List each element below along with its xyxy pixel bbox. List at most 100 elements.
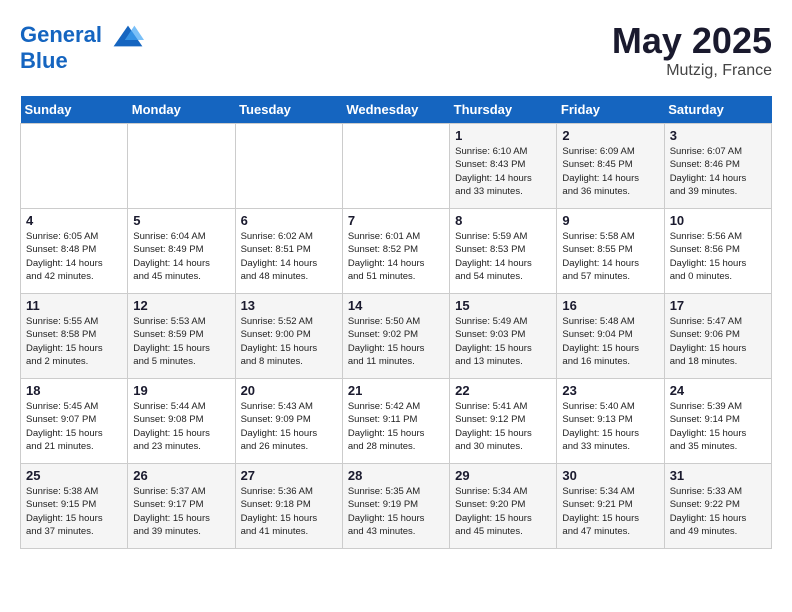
- day-number: 16: [562, 298, 658, 313]
- calendar-week-4: 18 Sunrise: 5:45 AM Sunset: 9:07 PM Dayli…: [21, 379, 772, 464]
- calendar-week-3: 11Sunrise: 5:55 AM Sunset: 8:58 PM Dayli…: [21, 294, 772, 379]
- calendar-cell: 14 Sunrise: 5:50 AM Sunset: 9:02 PM Dayli…: [342, 294, 449, 379]
- day-info: Sunrise: 5:39 AM Sunset: 9:14 PM Dayligh…: [670, 400, 766, 453]
- day-number: 17: [670, 298, 766, 313]
- calendar-cell: 24 Sunrise: 5:39 AM Sunset: 9:14 PM Dayli…: [664, 379, 771, 464]
- calendar-cell: 9Sunrise: 5:58 AM Sunset: 8:55 PM Daylig…: [557, 209, 664, 294]
- calendar-cell: 18 Sunrise: 5:45 AM Sunset: 9:07 PM Dayli…: [21, 379, 128, 464]
- day-number: 7: [348, 213, 444, 228]
- day-number: 21: [348, 383, 444, 398]
- day-info: Sunrise: 5:38 AM Sunset: 9:15 PM Dayligh…: [26, 485, 122, 538]
- day-info: Sunrise: 6:05 AM Sunset: 8:48 PM Dayligh…: [26, 230, 122, 283]
- calendar-cell: 10Sunrise: 5:56 AM Sunset: 8:56 PM Dayli…: [664, 209, 771, 294]
- day-info: Sunrise: 5:59 AM Sunset: 8:53 PM Dayligh…: [455, 230, 551, 283]
- calendar-body: 1Sunrise: 6:10 AM Sunset: 8:43 PM Daylig…: [21, 124, 772, 549]
- day-info: Sunrise: 5:48 AM Sunset: 9:04 PM Dayligh…: [562, 315, 658, 368]
- calendar-cell: [21, 124, 128, 209]
- calendar-cell: [342, 124, 449, 209]
- day-number: 24: [670, 383, 766, 398]
- weekday-header-sunday: Sunday: [21, 96, 128, 124]
- logo: General Blue: [20, 20, 144, 74]
- day-number: 14: [348, 298, 444, 313]
- day-info: Sunrise: 6:07 AM Sunset: 8:46 PM Dayligh…: [670, 145, 766, 198]
- day-number: 18: [26, 383, 122, 398]
- day-info: Sunrise: 5:45 AM Sunset: 9:07 PM Dayligh…: [26, 400, 122, 453]
- calendar-cell: 23Sunrise: 5:40 AM Sunset: 9:13 PM Dayli…: [557, 379, 664, 464]
- calendar-cell: 31 Sunrise: 5:33 AM Sunset: 9:22 PM Dayli…: [664, 464, 771, 549]
- day-info: Sunrise: 5:41 AM Sunset: 9:12 PM Dayligh…: [455, 400, 551, 453]
- day-info: Sunrise: 5:43 AM Sunset: 9:09 PM Dayligh…: [241, 400, 337, 453]
- day-number: 30: [562, 468, 658, 483]
- month-year: May 2025: [612, 20, 772, 62]
- calendar-week-1: 1Sunrise: 6:10 AM Sunset: 8:43 PM Daylig…: [21, 124, 772, 209]
- weekday-header-wednesday: Wednesday: [342, 96, 449, 124]
- day-number: 3: [670, 128, 766, 143]
- day-number: 12: [133, 298, 229, 313]
- calendar-header-row: SundayMondayTuesdayWednesdayThursdayFrid…: [21, 96, 772, 124]
- day-info: Sunrise: 5:36 AM Sunset: 9:18 PM Dayligh…: [241, 485, 337, 538]
- calendar-cell: 28 Sunrise: 5:35 AM Sunset: 9:19 PM Dayli…: [342, 464, 449, 549]
- day-info: Sunrise: 5:33 AM Sunset: 9:22 PM Dayligh…: [670, 485, 766, 538]
- weekday-header-tuesday: Tuesday: [235, 96, 342, 124]
- calendar-cell: 29 Sunrise: 5:34 AM Sunset: 9:20 PM Dayli…: [450, 464, 557, 549]
- day-number: 1: [455, 128, 551, 143]
- calendar-week-5: 25Sunrise: 5:38 AM Sunset: 9:15 PM Dayli…: [21, 464, 772, 549]
- day-info: Sunrise: 6:01 AM Sunset: 8:52 PM Dayligh…: [348, 230, 444, 283]
- calendar-cell: 1Sunrise: 6:10 AM Sunset: 8:43 PM Daylig…: [450, 124, 557, 209]
- calendar-cell: 4 Sunrise: 6:05 AM Sunset: 8:48 PM Daylig…: [21, 209, 128, 294]
- day-number: 4: [26, 213, 122, 228]
- day-info: Sunrise: 5:47 AM Sunset: 9:06 PM Dayligh…: [670, 315, 766, 368]
- day-number: 5: [133, 213, 229, 228]
- calendar-cell: [235, 124, 342, 209]
- day-info: Sunrise: 5:34 AM Sunset: 9:21 PM Dayligh…: [562, 485, 658, 538]
- day-number: 6: [241, 213, 337, 228]
- calendar-week-2: 4 Sunrise: 6:05 AM Sunset: 8:48 PM Daylig…: [21, 209, 772, 294]
- calendar-cell: 7 Sunrise: 6:01 AM Sunset: 8:52 PM Daylig…: [342, 209, 449, 294]
- day-info: Sunrise: 5:34 AM Sunset: 9:20 PM Dayligh…: [455, 485, 551, 538]
- page-header: General Blue May 2025 Mutzig, France: [20, 20, 772, 80]
- day-info: Sunrise: 5:50 AM Sunset: 9:02 PM Dayligh…: [348, 315, 444, 368]
- day-number: 20: [241, 383, 337, 398]
- calendar-cell: 6 Sunrise: 6:02 AM Sunset: 8:51 PM Daylig…: [235, 209, 342, 294]
- calendar-cell: 30 Sunrise: 5:34 AM Sunset: 9:21 PM Dayli…: [557, 464, 664, 549]
- day-info: Sunrise: 6:02 AM Sunset: 8:51 PM Dayligh…: [241, 230, 337, 283]
- day-number: 10: [670, 213, 766, 228]
- day-info: Sunrise: 5:37 AM Sunset: 9:17 PM Dayligh…: [133, 485, 229, 538]
- day-number: 8: [455, 213, 551, 228]
- calendar-cell: 12Sunrise: 5:53 AM Sunset: 8:59 PM Dayli…: [128, 294, 235, 379]
- day-number: 2: [562, 128, 658, 143]
- location: Mutzig, France: [612, 62, 772, 80]
- calendar-cell: 5 Sunrise: 6:04 AM Sunset: 8:49 PM Daylig…: [128, 209, 235, 294]
- calendar-table: SundayMondayTuesdayWednesdayThursdayFrid…: [20, 96, 772, 549]
- day-number: 23: [562, 383, 658, 398]
- calendar-cell: 25Sunrise: 5:38 AM Sunset: 9:15 PM Dayli…: [21, 464, 128, 549]
- day-info: Sunrise: 5:52 AM Sunset: 9:00 PM Dayligh…: [241, 315, 337, 368]
- day-info: Sunrise: 5:35 AM Sunset: 9:19 PM Dayligh…: [348, 485, 444, 538]
- calendar-cell: 16 Sunrise: 5:48 AM Sunset: 9:04 PM Dayli…: [557, 294, 664, 379]
- calendar-cell: [128, 124, 235, 209]
- day-info: Sunrise: 6:09 AM Sunset: 8:45 PM Dayligh…: [562, 145, 658, 198]
- day-number: 28: [348, 468, 444, 483]
- day-number: 31: [670, 468, 766, 483]
- day-number: 22: [455, 383, 551, 398]
- weekday-header-friday: Friday: [557, 96, 664, 124]
- day-info: Sunrise: 5:49 AM Sunset: 9:03 PM Dayligh…: [455, 315, 551, 368]
- calendar-cell: 22 Sunrise: 5:41 AM Sunset: 9:12 PM Dayli…: [450, 379, 557, 464]
- weekday-header-thursday: Thursday: [450, 96, 557, 124]
- day-number: 27: [241, 468, 337, 483]
- calendar-cell: 21 Sunrise: 5:42 AM Sunset: 9:11 PM Dayli…: [342, 379, 449, 464]
- weekday-header-saturday: Saturday: [664, 96, 771, 124]
- calendar-cell: 19Sunrise: 5:44 AM Sunset: 9:08 PM Dayli…: [128, 379, 235, 464]
- day-number: 19: [133, 383, 229, 398]
- calendar-cell: 15 Sunrise: 5:49 AM Sunset: 9:03 PM Dayli…: [450, 294, 557, 379]
- day-number: 13: [241, 298, 337, 313]
- weekday-header-monday: Monday: [128, 96, 235, 124]
- calendar-cell: 11Sunrise: 5:55 AM Sunset: 8:58 PM Dayli…: [21, 294, 128, 379]
- calendar-cell: 2 Sunrise: 6:09 AM Sunset: 8:45 PM Daylig…: [557, 124, 664, 209]
- day-number: 15: [455, 298, 551, 313]
- day-info: Sunrise: 5:42 AM Sunset: 9:11 PM Dayligh…: [348, 400, 444, 453]
- day-number: 29: [455, 468, 551, 483]
- calendar-cell: 8 Sunrise: 5:59 AM Sunset: 8:53 PM Daylig…: [450, 209, 557, 294]
- day-number: 11: [26, 298, 122, 313]
- day-info: Sunrise: 6:04 AM Sunset: 8:49 PM Dayligh…: [133, 230, 229, 283]
